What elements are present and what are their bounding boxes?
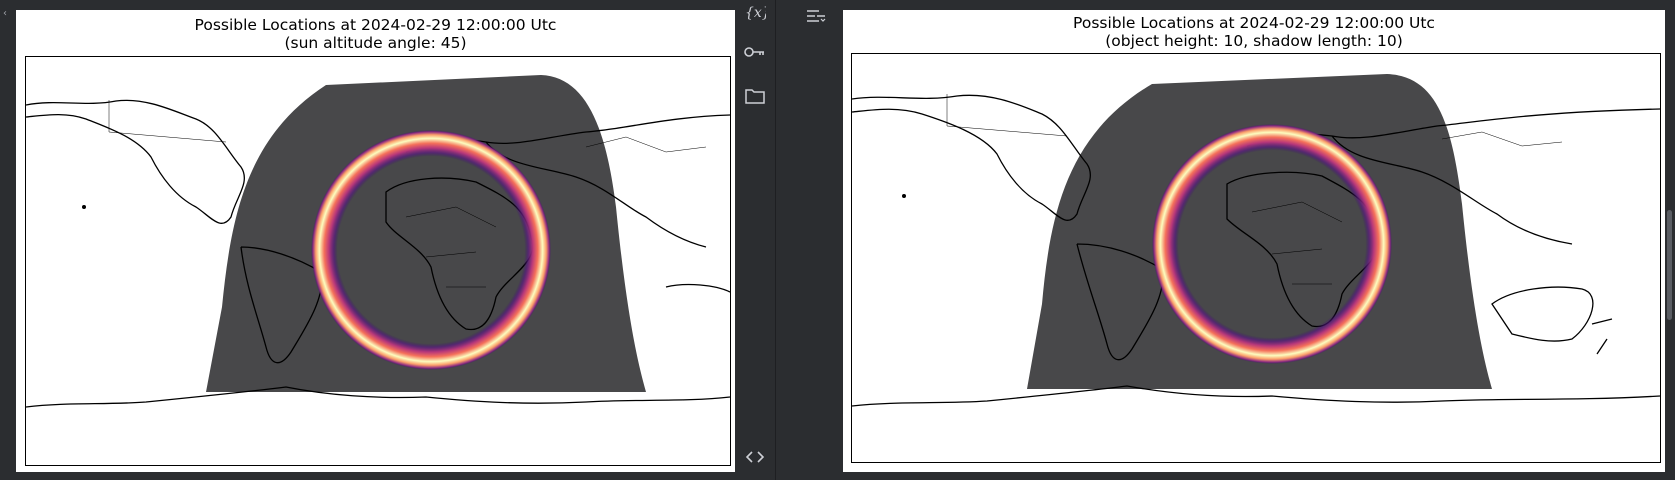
key-icon[interactable] <box>743 40 767 64</box>
code-toggle-icon[interactable] <box>743 445 767 469</box>
tool-window-bar: {x} <box>735 0 776 480</box>
collapse-chevron-icon[interactable]: ‹ <box>3 8 7 19</box>
layout-menu-icon[interactable] <box>804 4 828 28</box>
location-ring <box>1152 124 1392 364</box>
right-world-map <box>851 53 1661 463</box>
left-plot-output: Possible Locations at 2024-02-29 12:00:0… <box>16 10 735 472</box>
left-plot-title: Possible Locations at 2024-02-29 12:00:0… <box>194 16 557 34</box>
right-plot-output: Possible Locations at 2024-02-29 12:00:0… <box>843 10 1665 472</box>
left-plot-subtitle: (sun altitude angle: 45) <box>284 34 467 52</box>
location-ring <box>311 130 551 370</box>
split-gap <box>776 0 843 480</box>
right-plot-subtitle: (object height: 10, shadow length: 10) <box>1105 32 1403 50</box>
right-plot-title: Possible Locations at 2024-02-29 12:00:0… <box>1073 14 1435 32</box>
folder-icon[interactable] <box>743 84 767 108</box>
left-gutter: ‹ <box>0 0 16 480</box>
left-world-map <box>25 56 731 466</box>
variables-icon[interactable]: {x} <box>743 0 767 24</box>
vertical-scrollbar[interactable] <box>1665 0 1675 480</box>
scrollbar-thumb[interactable] <box>1667 210 1672 320</box>
svg-text:{x}: {x} <box>745 5 766 21</box>
